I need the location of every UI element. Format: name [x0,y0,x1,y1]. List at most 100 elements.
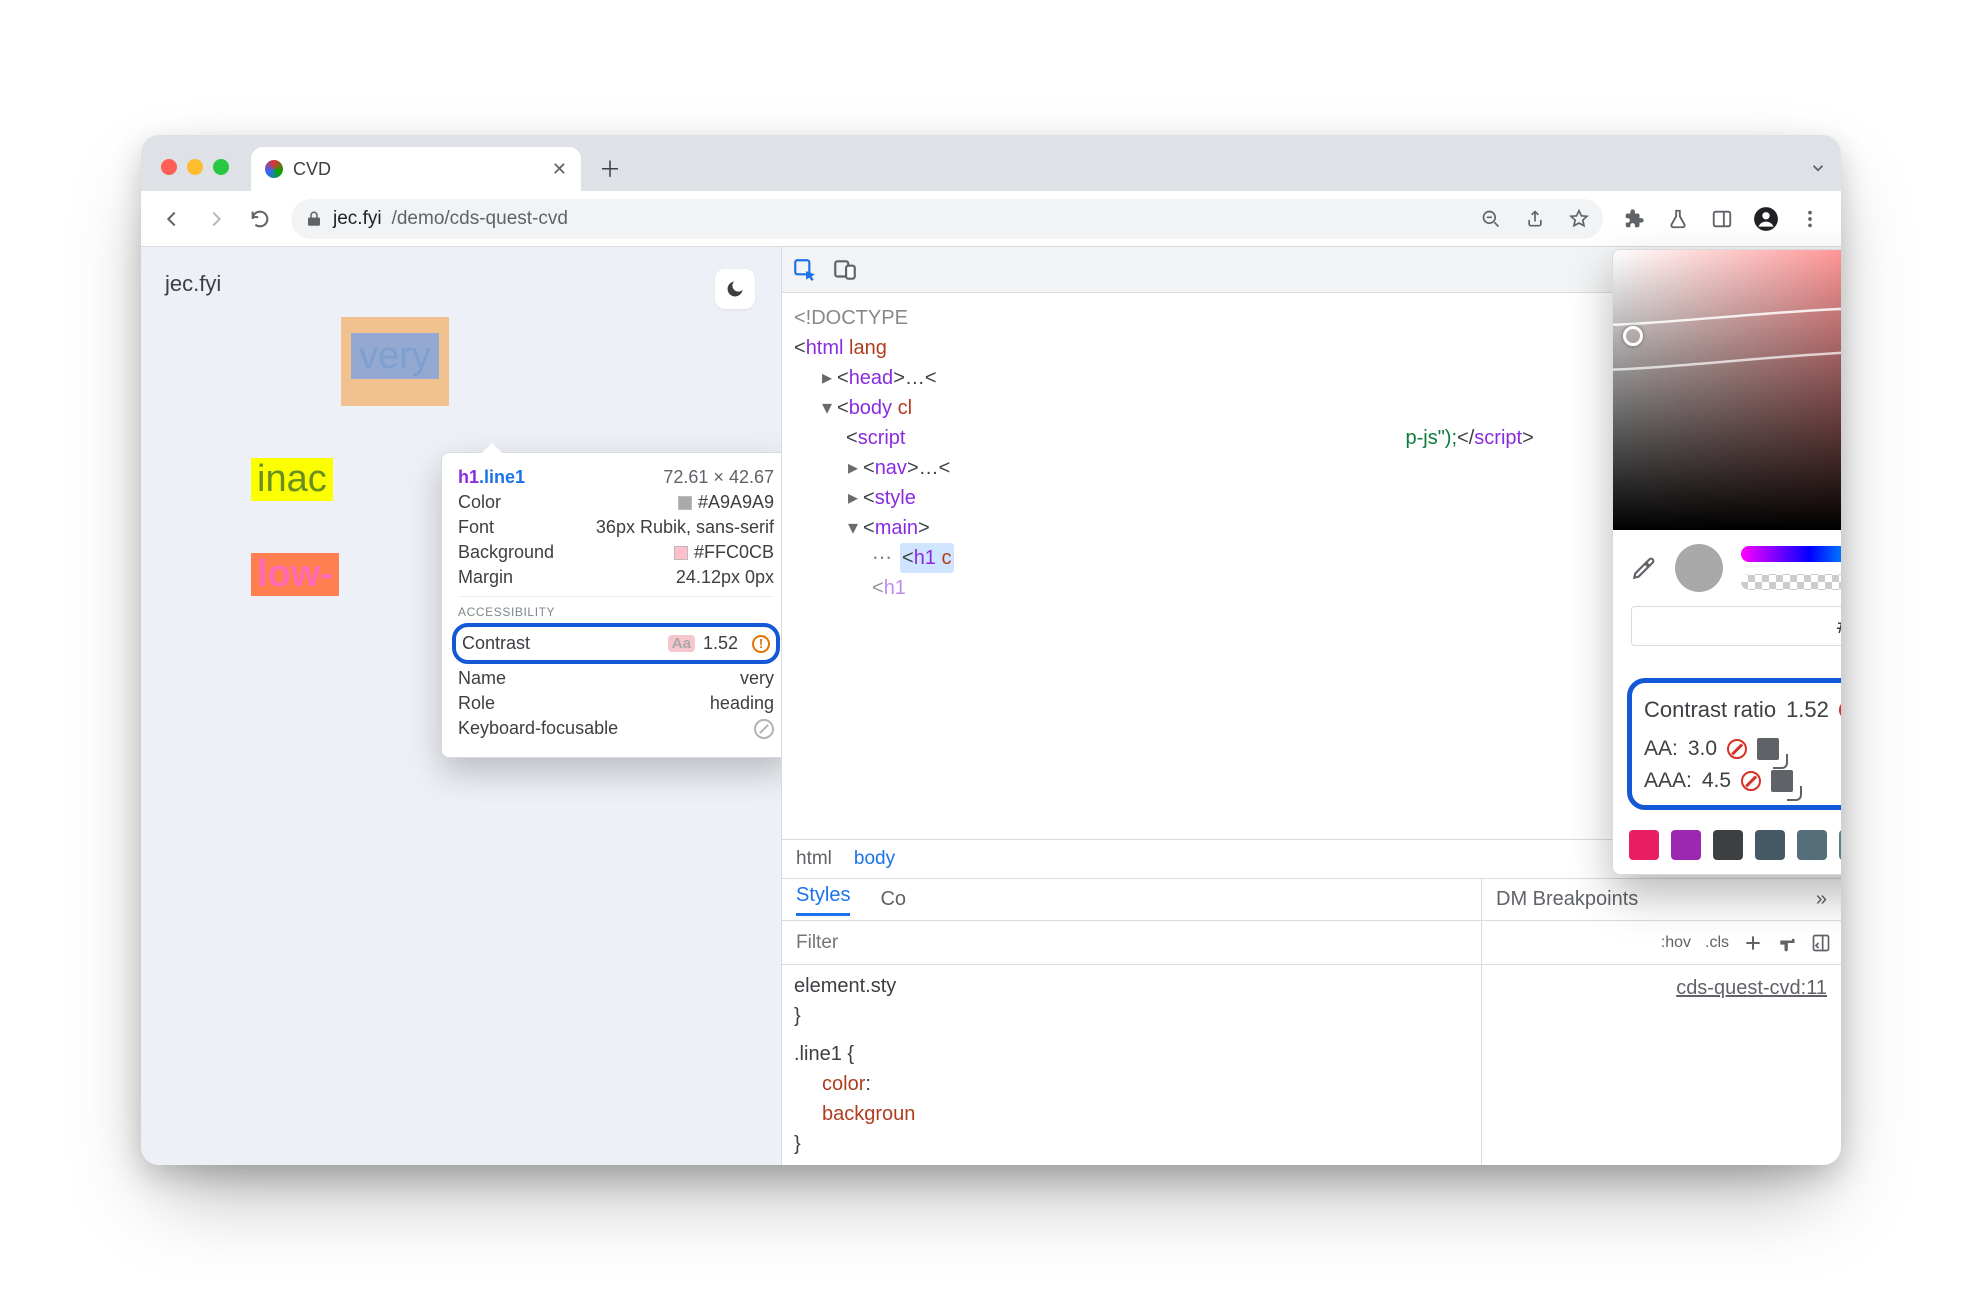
address-bar[interactable]: jec.fyi/demo/cds-quest-cvd [291,199,1603,239]
maximize-window-button[interactable] [213,159,229,175]
aaa-label: AAA: [1644,769,1692,793]
share-icon[interactable] [1525,209,1545,229]
styles-tabs: Styles Co [782,879,1481,921]
address-path: /demo/cds-quest-cvd [392,208,568,230]
bg-swatch-icon [674,546,688,560]
styles-toolbar: :hov .cls [1482,921,1841,965]
tab-title: CVD [293,159,331,180]
tabs-overflow-icon[interactable] [1809,159,1827,177]
close-tab-icon[interactable]: ✕ [552,159,567,180]
tab-computed[interactable]: Co [880,888,906,911]
address-host: jec.fyi [333,208,382,230]
demo-block-1: very [341,317,449,406]
suggest-color-icon[interactable] [1757,738,1779,760]
tooltip-color-label: Color [458,492,501,513]
crumb-body[interactable]: body [854,848,895,870]
profile-icon[interactable] [1747,200,1785,238]
demo-block-3: low- [251,553,339,596]
demo-block-2: inac [251,458,333,501]
class-toggle[interactable]: .cls [1705,934,1729,952]
bookmark-icon[interactable] [1569,209,1589,229]
browser-window: CVD ✕ ＋ jec.fyi/demo/cds-quest-cvd jec.f [141,135,1841,1165]
tooltip-color-value: #A9A9A9 [698,492,774,512]
paint-icon[interactable] [1777,933,1797,953]
right-tabs: DM Breakpoints » [1482,879,1841,921]
hex-label: HEX [1613,652,1841,670]
tooltip-kbfocus-label: Keyboard-focusable [458,718,618,739]
style-source-link[interactable]: cds-quest-cvd:11 [1482,965,1841,1010]
inspect-tooltip: h1.line1 72.61 × 42.67 Color #A9A9A9 Fon… [441,452,791,758]
browser-toolbar: jec.fyi/demo/cds-quest-cvd [141,191,1841,247]
hover-toggle[interactable]: :hov [1661,934,1691,952]
dom-selected-node[interactable]: <h1 c [900,543,954,573]
computed-icon[interactable] [1811,933,1831,953]
eyedropper-icon[interactable] [1631,555,1657,581]
back-button[interactable] [153,200,191,238]
tooltip-bg-value: #FFC0CB [694,542,774,562]
favicon-icon [265,160,283,178]
tooltip-element-class: .line1 [479,467,525,487]
tab-styles[interactable]: Styles [796,884,850,916]
extensions-icon[interactable] [1615,200,1653,238]
window-controls [161,159,229,175]
inspect-element-icon[interactable] [792,257,818,283]
styles-filter-input[interactable] [782,932,1481,954]
palette-swatch[interactable] [1755,830,1785,860]
page-brand: jec.fyi [165,271,757,297]
new-rule-icon[interactable] [1743,933,1763,953]
palette-swatch[interactable] [1713,830,1743,860]
close-window-button[interactable] [161,159,177,175]
tooltip-a11y-header: ACCESSIBILITY [458,596,774,619]
browser-tab[interactable]: CVD ✕ [251,147,581,191]
palette-swatch[interactable] [1797,830,1827,860]
forward-button[interactable] [197,200,235,238]
kebab-menu-icon[interactable] [1791,200,1829,238]
minimize-window-button[interactable] [187,159,203,175]
new-tab-button[interactable]: ＋ [593,151,627,185]
device-toggle-icon[interactable] [832,257,858,283]
css-rules[interactable]: element.sty } .line1 { color: backgroun … [782,965,1481,1165]
tab-dom-breakpoints[interactable]: DM Breakpoints [1496,888,1638,911]
styles-left-panel: Styles Co element.sty } .line1 { color: … [782,879,1482,1165]
contrast-ratio-value: 1.52 [1786,697,1829,723]
gradient-cursor-icon[interactable] [1623,326,1643,346]
tabs-more-icon[interactable]: » [1816,888,1827,911]
tooltip-font-value: 36px Rubik, sans-serif [596,517,774,538]
suggest-color-icon[interactable] [1771,770,1793,792]
demo-text-1: very [351,333,439,379]
tooltip-margin-label: Margin [458,567,513,588]
tooltip-contrast-label: Contrast [462,633,530,654]
color-gradient[interactable] [1613,250,1841,530]
palette-swatch[interactable] [1671,830,1701,860]
demo-blocks: very inac low- [341,317,449,596]
content-area: jec.fyi very inac low- h1.line1 72.61 × … [141,247,1841,1165]
fail-icon [1741,771,1761,791]
aa-value: 3.0 [1688,737,1717,761]
hue-slider[interactable] [1741,546,1841,562]
devtools-panel: <!DOCTYPE <html lang ▸<head>…< ▾<body cl… [781,247,1841,1165]
dark-mode-toggle[interactable] [715,269,755,309]
alpha-slider[interactable] [1741,574,1841,590]
contrast-ratio-callout: Contrast ratio 1.52 AA: 3.0 [1627,678,1841,810]
labs-icon[interactable] [1659,200,1697,238]
color-swatch-icon [678,496,692,510]
reload-button[interactable] [241,200,279,238]
tooltip-role-value: heading [710,693,774,714]
tooltip-element-tag: h1 [458,467,479,487]
current-color-swatch [1675,544,1723,592]
palette-swatch[interactable] [1839,830,1841,860]
palette-swatches [1613,822,1841,874]
rendered-page: jec.fyi very inac low- h1.line1 72.61 × … [141,247,781,1165]
warning-icon: ! [752,635,770,653]
tab-strip: CVD ✕ ＋ [141,135,1841,191]
tooltip-dimensions: 72.61 × 42.67 [663,467,774,488]
contrast-sample-icon: Aa [668,635,695,652]
zoom-out-icon[interactable] [1481,209,1501,229]
tooltip-contrast-value: 1.52 [703,633,738,654]
lock-icon [305,210,323,228]
sidepanel-icon[interactable] [1703,200,1741,238]
hex-input[interactable] [1631,606,1841,646]
tooltip-name-label: Name [458,668,506,689]
crumb-html[interactable]: html [796,848,832,870]
palette-swatch[interactable] [1629,830,1659,860]
